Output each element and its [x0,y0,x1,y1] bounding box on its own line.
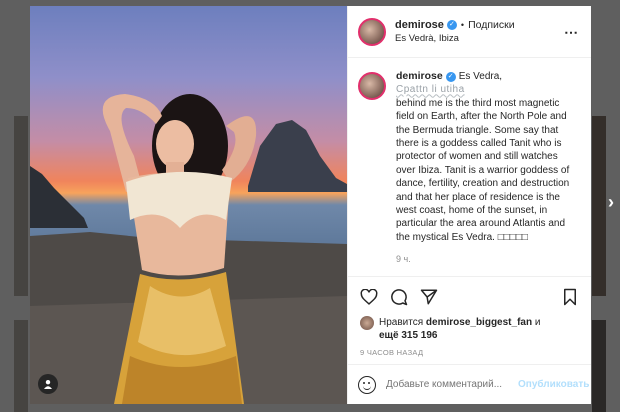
caption-text: behind me is the third most magnetic fie… [396,97,570,243]
comment-input[interactable] [386,379,518,390]
photo-scene [30,94,347,404]
publish-button[interactable]: Опубликовать [518,379,589,390]
post-modal: demirose ✓ • Подписки Es Vedrà, Ibiza ⋯ … [30,6,591,404]
avatar[interactable] [358,72,386,100]
comment-box: Опубликовать [348,364,591,404]
post-age: 9 часов назад [360,348,424,357]
caption-location: Es Vedra, [458,71,503,82]
post-photo[interactable] [30,6,347,404]
username-link[interactable]: demirose [395,19,444,31]
next-arrow-icon[interactable]: › [608,192,614,213]
caption-timestamp: 9 ч. [396,254,411,265]
comment-icon[interactable] [388,286,410,308]
verified-icon: ✓ [446,20,457,30]
share-icon[interactable] [418,286,440,308]
caption-username[interactable]: demirose [396,70,443,83]
action-bar [348,276,591,316]
bookmark-icon[interactable] [559,286,581,308]
liker-avatar [360,316,374,330]
post-sidebar: demirose ✓ • Подписки Es Vedrà, Ibiza ⋯ … [347,6,591,404]
caption-smudged-text: Cpattn li utiha [396,84,465,96]
liker-username[interactable]: demirose_biggest_fan [426,317,532,328]
likes-count[interactable]: ещё 315 196 [379,330,438,341]
avatar[interactable] [358,17,386,46]
more-icon[interactable]: ⋯ [564,24,579,41]
likes-conjunction: и [534,317,541,328]
separator-dot: • [460,20,465,30]
likes-prefix: Нравится [379,317,424,328]
likes-summary: Нравится demirose_biggest_fan и ещё 315 … [348,316,591,342]
user-tag-icon[interactable] [38,374,58,394]
caption-area: demirose ✓ Es Vedra, Cpattn li utiha beh… [348,58,591,276]
heart-icon[interactable] [358,286,380,308]
emoji-icon[interactable] [358,375,376,394]
location-link[interactable]: Es Vedrà, Ibiza [395,33,515,44]
verified-icon: ✓ [445,71,456,82]
post-header: demirose ✓ • Подписки Es Vedrà, Ibiza ⋯ [348,6,591,58]
following-button[interactable]: Подписки [468,19,515,31]
